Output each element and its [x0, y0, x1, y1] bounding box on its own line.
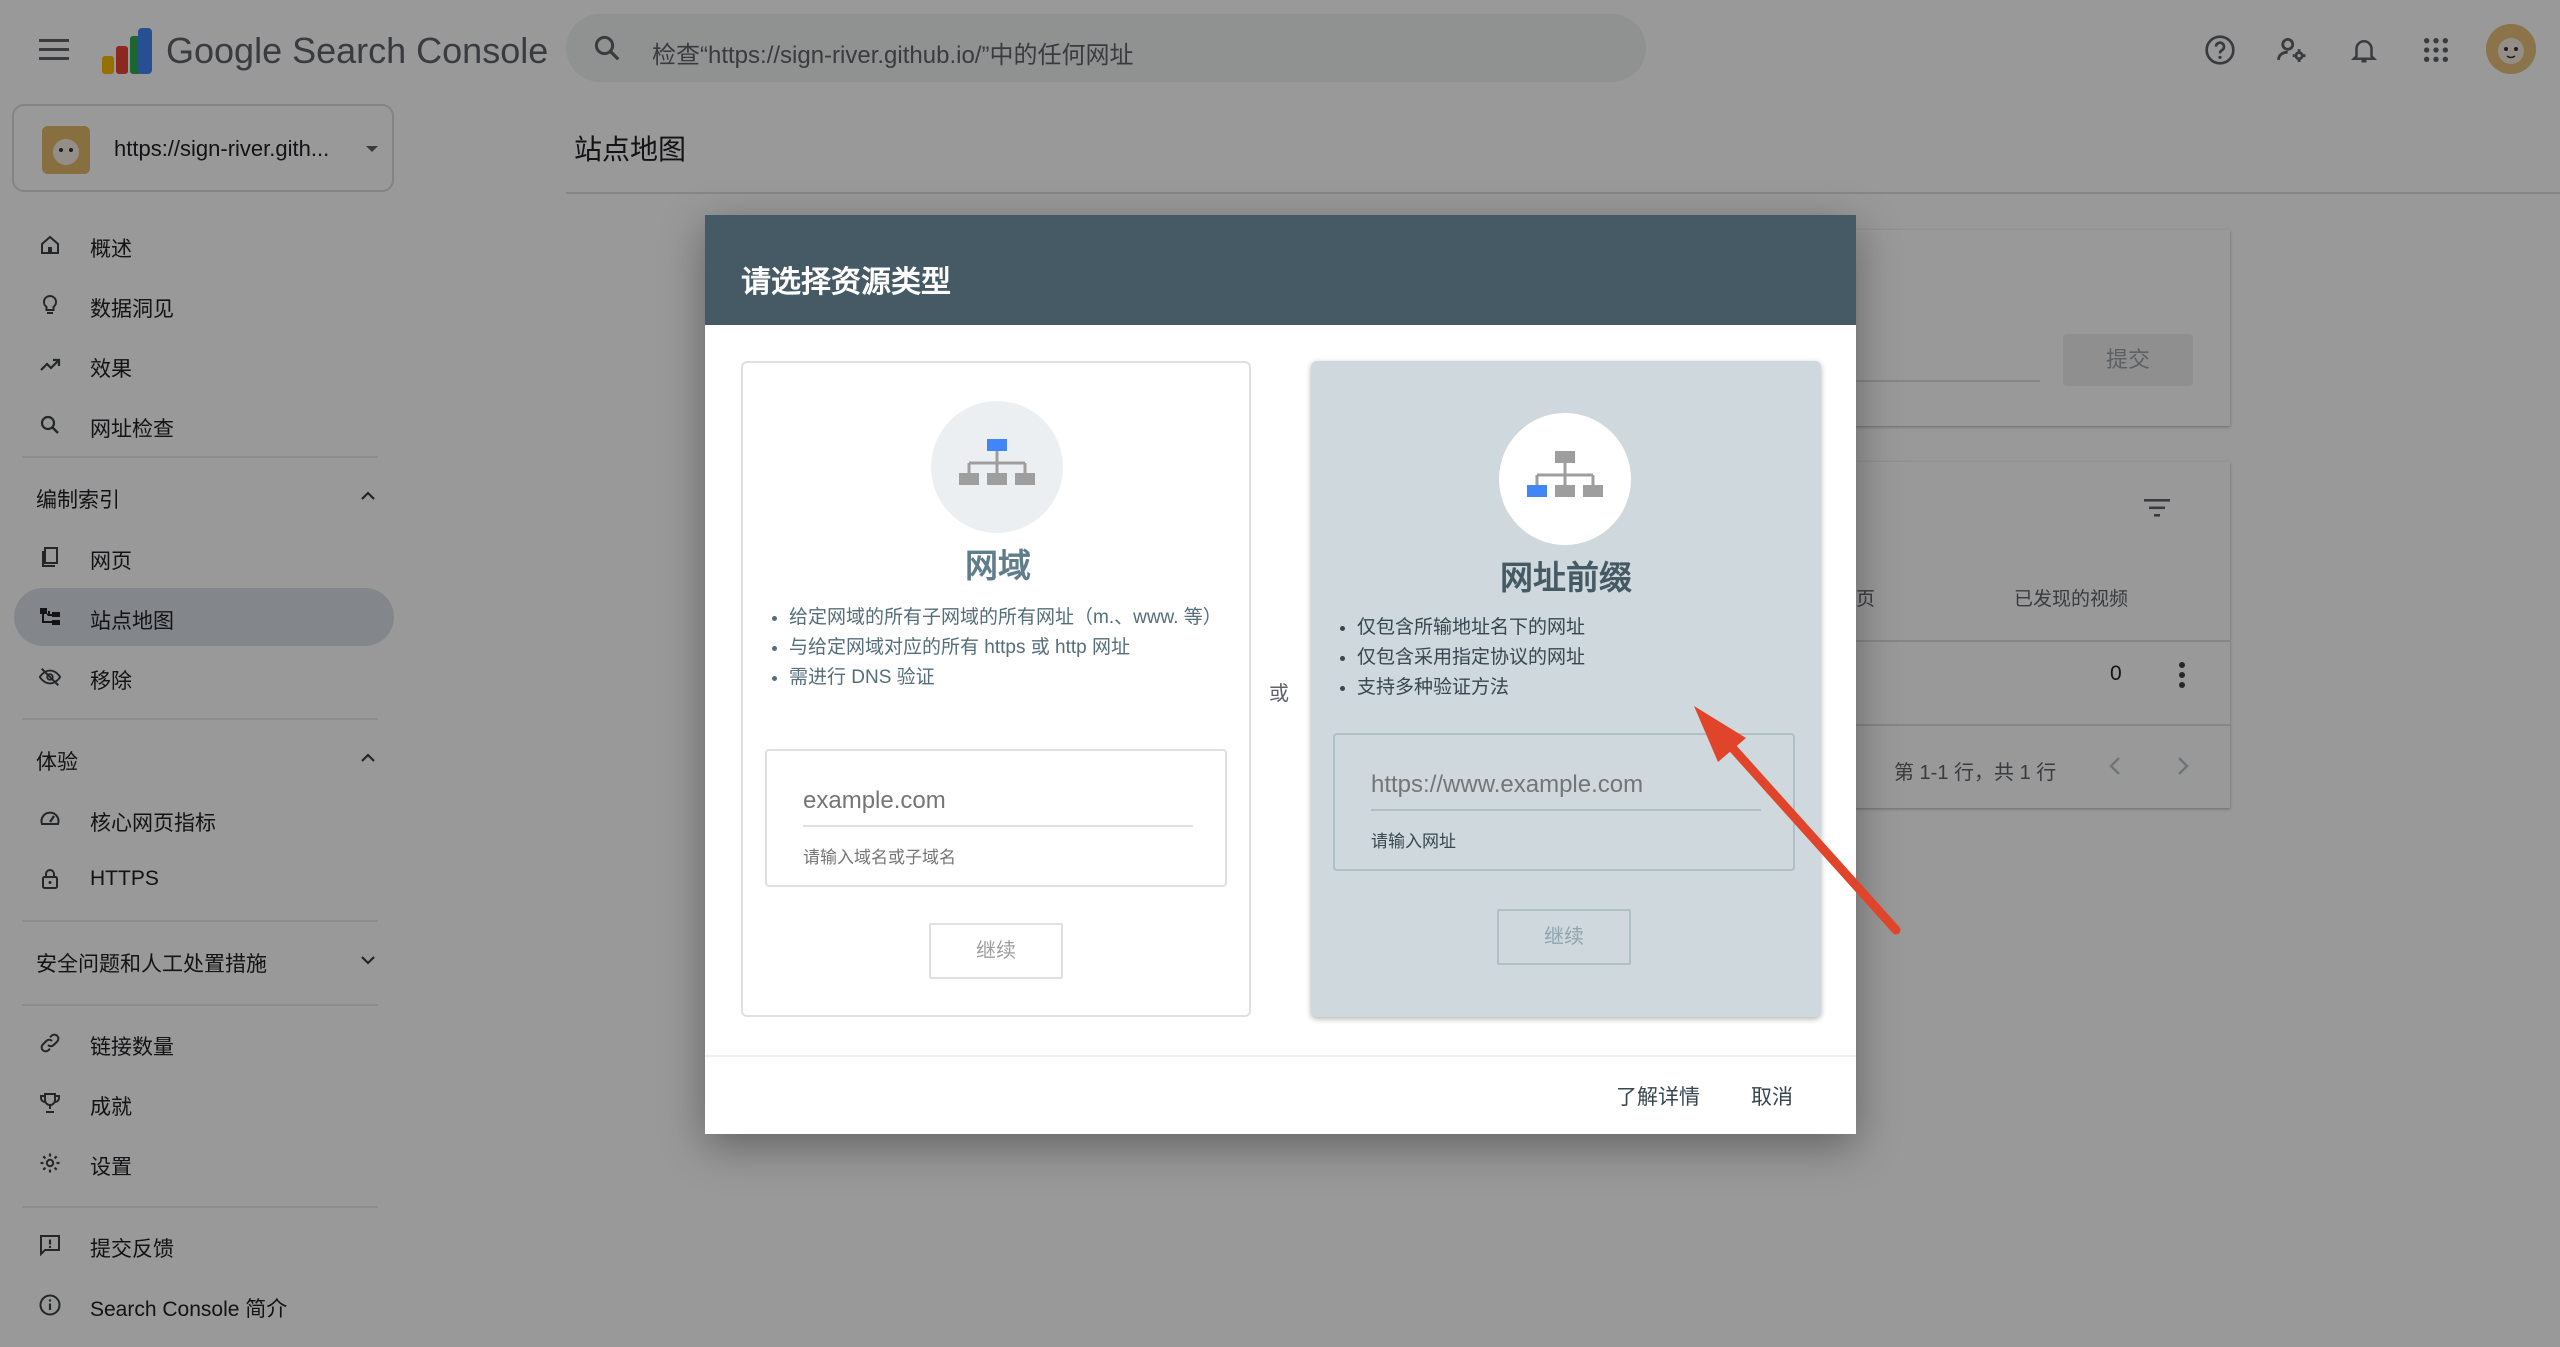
- red-arrow-annotation: [1694, 706, 1901, 935]
